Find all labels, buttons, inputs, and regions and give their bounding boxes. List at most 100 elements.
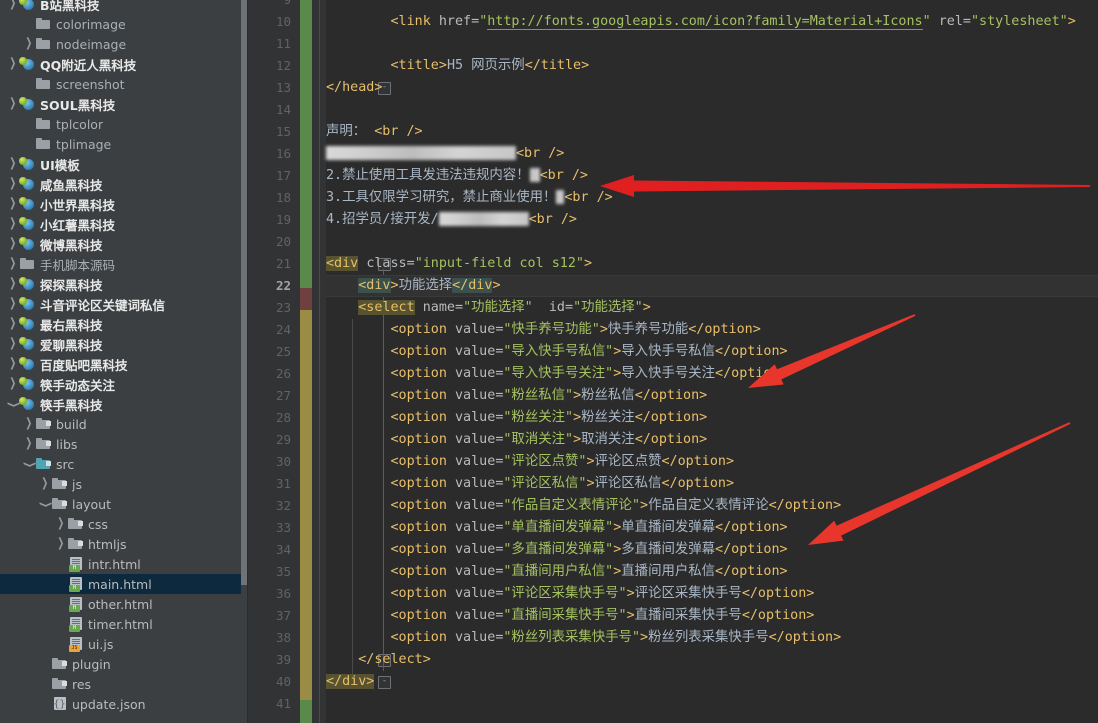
tree-item-微博黑科技[interactable]: ❯ 微博黑科技: [0, 234, 248, 254]
code-line-26[interactable]: <option value="导入快手号关注">导入快手号关注</option>: [326, 363, 788, 385]
code-line-33[interactable]: <option value="单直播间发弹幕">单直播间发弹幕</option>: [326, 517, 788, 539]
line-number-30[interactable]: 30: [251, 451, 291, 473]
code-line-38[interactable]: <option value="粉丝列表采集快手号">粉丝列表采集快手号</opt…: [326, 627, 842, 649]
code-editor[interactable]: 9101112131415161718192021222324252627282…: [248, 0, 1098, 723]
tree-item-最右黑科技[interactable]: ❯ 最右黑科技: [0, 314, 248, 334]
tree-item-other.html[interactable]: ❯Hother.html: [0, 594, 248, 614]
tree-item-UI模板[interactable]: ❯ UI模板: [0, 154, 248, 174]
tree-item-B站黑科技[interactable]: ❯ B站黑科技: [0, 0, 248, 14]
chevron-right-icon[interactable]: ❯: [6, 274, 19, 294]
code-line-16[interactable]: <br />: [326, 143, 564, 165]
line-number-21[interactable]: 21: [251, 253, 291, 275]
tree-item-plugin[interactable]: ❯plugin: [0, 654, 248, 674]
line-number-28[interactable]: 28: [251, 407, 291, 429]
code-line-15[interactable]: 声明： <br />: [326, 121, 423, 143]
tree-item-nodeimage[interactable]: ❯ nodeimage: [0, 34, 248, 54]
line-number-27[interactable]: 27: [251, 385, 291, 407]
tree-item-斗音评论区关键词私信[interactable]: ❯ 斗音评论区关键词私信: [0, 294, 248, 314]
tree-item-intr.html[interactable]: ❯Hintr.html: [0, 554, 248, 574]
chevron-right-icon[interactable]: ❯: [6, 94, 19, 114]
tree-item-咸鱼黑科技[interactable]: ❯ 咸鱼黑科技: [0, 174, 248, 194]
chevron-right-icon[interactable]: ❯: [6, 374, 19, 394]
code-content[interactable]: <link href="http://fonts.googleapis.com/…: [319, 0, 1098, 723]
tree-item-tplcolor[interactable]: ❯tplcolor: [0, 114, 248, 134]
line-number-34[interactable]: 34: [251, 539, 291, 561]
code-line-37[interactable]: <option value="直播间采集快手号">直播间采集快手号</optio…: [326, 605, 815, 627]
chevron-right-icon[interactable]: ❯: [38, 474, 51, 494]
line-number-37[interactable]: 37: [251, 605, 291, 627]
code-line-34[interactable]: <option value="多直播间发弹幕">多直播间发弹幕</option>: [326, 539, 788, 561]
tree-item-main.html[interactable]: ❯Hmain.html: [0, 574, 248, 594]
tree-item-build[interactable]: ❯ build: [0, 414, 248, 434]
line-number-31[interactable]: 31: [251, 473, 291, 495]
line-number-18[interactable]: 18: [251, 187, 291, 209]
code-line-22[interactable]: <div>功能选择</div>: [326, 275, 501, 297]
tree-item-手机脚本源码[interactable]: ❯ 手机脚本源码: [0, 254, 248, 274]
line-number-26[interactable]: 26: [251, 363, 291, 385]
chevron-down-icon[interactable]: ❯: [38, 494, 52, 514]
line-number-35[interactable]: 35: [251, 561, 291, 583]
line-number-22[interactable]: 22: [251, 275, 291, 297]
tree-item-tplimage[interactable]: ❯tplimage: [0, 134, 248, 154]
code-line-24[interactable]: <option value="快手养号功能">快手养号功能</option>: [326, 319, 761, 341]
line-number-41[interactable]: 41: [251, 693, 291, 715]
line-number-9[interactable]: 9: [251, 0, 291, 11]
line-number-29[interactable]: 29: [251, 429, 291, 451]
tree-item-SOUL黑科技[interactable]: ❯ SOUL黑科技: [0, 94, 248, 114]
chevron-right-icon[interactable]: ❯: [6, 314, 19, 334]
code-line-23[interactable]: <select name="功能选择" id="功能选择">: [326, 297, 651, 319]
tree-item-小世界黑科技[interactable]: ❯ 小世界黑科技: [0, 194, 248, 214]
tree-item-src[interactable]: ❯ src: [0, 454, 248, 474]
code-line-13[interactable]: </head>: [326, 77, 382, 99]
chevron-right-icon[interactable]: ❯: [6, 214, 19, 234]
chevron-right-icon[interactable]: ❯: [54, 514, 67, 534]
tree-item-htmljs[interactable]: ❯ htmljs: [0, 534, 248, 554]
line-number-23[interactable]: 23: [251, 297, 291, 319]
chevron-right-icon[interactable]: ❯: [6, 294, 19, 314]
line-number-38[interactable]: 38: [251, 627, 291, 649]
chevron-right-icon[interactable]: ❯: [22, 414, 35, 434]
line-number-24[interactable]: 24: [251, 319, 291, 341]
line-number-19[interactable]: 19: [251, 209, 291, 231]
line-number-40[interactable]: 40: [251, 671, 291, 693]
chevron-right-icon[interactable]: ❯: [22, 34, 35, 54]
line-number-17[interactable]: 17: [251, 165, 291, 187]
project-tree-sidebar[interactable]: ❯B站黑科技❯colorimage❯nodeimage❯QQ附近人黑科技❯scr…: [0, 0, 248, 723]
code-line-21[interactable]: <div class="input-field col s12">: [326, 253, 592, 275]
line-number-16[interactable]: 16: [251, 143, 291, 165]
chevron-right-icon[interactable]: ❯: [6, 334, 19, 354]
tree-item-update.json[interactable]: ❯{}update.json: [0, 694, 248, 714]
code-line-31[interactable]: <option value="评论区私信">评论区私信</option>: [326, 473, 735, 495]
chevron-right-icon[interactable]: ❯: [6, 354, 19, 374]
tree-item-爱聊黑科技[interactable]: ❯ 爱聊黑科技: [0, 334, 248, 354]
tree-item-libs[interactable]: ❯ libs: [0, 434, 248, 454]
chevron-down-icon[interactable]: ❯: [22, 454, 36, 474]
chevron-right-icon[interactable]: ❯: [6, 194, 19, 214]
chevron-right-icon[interactable]: ❯: [6, 0, 19, 14]
chevron-right-icon[interactable]: ❯: [6, 174, 19, 194]
code-line-12[interactable]: <title>H5 网页示例</title>: [326, 55, 590, 77]
tree-item-layout[interactable]: ❯ layout: [0, 494, 248, 514]
tree-item-筷手黑科技[interactable]: ❯ 筷手黑科技: [0, 394, 248, 414]
chevron-right-icon[interactable]: ❯: [54, 534, 67, 554]
tree-item-小红薯黑科技[interactable]: ❯ 小红薯黑科技: [0, 214, 248, 234]
chevron-right-icon[interactable]: ❯: [6, 154, 19, 174]
chevron-right-icon[interactable]: ❯: [22, 434, 35, 454]
code-line-27[interactable]: <option value="粉丝私信">粉丝私信</option>: [326, 385, 708, 407]
tree-item-百度贴吧黑科技[interactable]: ❯ 百度贴吧黑科技: [0, 354, 248, 374]
line-number-10[interactable]: 10: [251, 11, 291, 33]
chevron-down-icon[interactable]: ❯: [6, 394, 20, 414]
line-number-12[interactable]: 12: [251, 55, 291, 77]
line-number-32[interactable]: 32: [251, 495, 291, 517]
code-line-19[interactable]: 4.招学员/接开发/ <br />: [326, 209, 577, 231]
line-number-14[interactable]: 14: [251, 99, 291, 121]
tree-item-colorimage[interactable]: ❯colorimage: [0, 14, 248, 34]
tree-item-screenshot[interactable]: ❯screenshot: [0, 74, 248, 94]
code-line-10[interactable]: <link href="http://fonts.googleapis.com/…: [326, 11, 1076, 33]
code-line-25[interactable]: <option value="导入快手号私信">导入快手号私信</option>: [326, 341, 788, 363]
tree-item-timer.html[interactable]: ❯Htimer.html: [0, 614, 248, 634]
code-line-36[interactable]: <option value="评论区采集快手号">评论区采集快手号</optio…: [326, 583, 815, 605]
code-line-29[interactable]: <option value="取消关注">取消关注</option>: [326, 429, 708, 451]
file-tree[interactable]: ❯B站黑科技❯colorimage❯nodeimage❯QQ附近人黑科技❯scr…: [0, 0, 248, 714]
line-number-13[interactable]: 13: [251, 77, 291, 99]
